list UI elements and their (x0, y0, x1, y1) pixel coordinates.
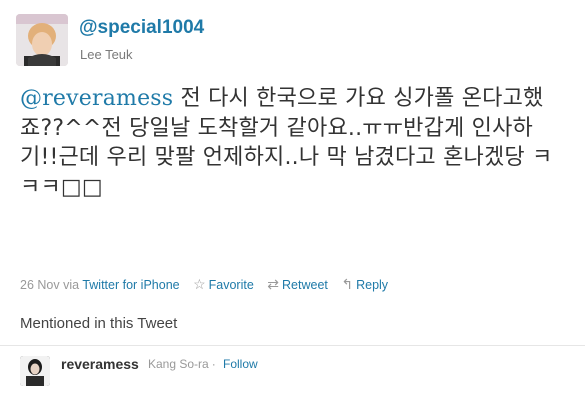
reply-arrow-icon: ↰ (341, 276, 354, 292)
retweet-icon: ⇄ (267, 276, 280, 292)
tweet-meta: 26 Nov via Twitter for iPhone ☆ Favorite … (20, 276, 388, 293)
mention-link[interactable]: @reveramess (20, 86, 173, 111)
tweet-card: @special1004 Lee Teuk @reveramess 전 다시 한… (0, 0, 585, 406)
mentioned-user-row: reveramess Kang So-ra · Follow (20, 356, 580, 388)
reply-label: Reply (356, 278, 389, 292)
section-divider (0, 345, 585, 346)
mentioned-user-name-text: Kang So-ra (148, 357, 209, 371)
tweet-text: @reveramess 전 다시 한국으로 가요 싱가폴 온다고했죠??^^전 … (20, 84, 568, 202)
via-text: via (63, 278, 80, 292)
mentioned-user-handle[interactable]: reveramess (61, 356, 139, 372)
favorite-label: Favorite (208, 278, 254, 292)
retweet-label: Retweet (282, 278, 328, 292)
author-display-name: Lee Teuk (80, 47, 133, 62)
tweet-source-link[interactable]: Twitter for iPhone (82, 278, 179, 292)
retweet-button[interactable]: ⇄ Retweet (267, 276, 328, 292)
star-icon: ☆ (193, 276, 206, 292)
author-avatar[interactable] (16, 14, 68, 66)
favorite-button[interactable]: ☆ Favorite (193, 276, 254, 292)
follow-button[interactable]: Follow (223, 357, 258, 371)
reply-button[interactable]: ↰ Reply (341, 276, 389, 292)
separator-dot: · (211, 357, 216, 371)
mentioned-user-name: Kang So-ra · (148, 357, 219, 371)
mentioned-section-title: Mentioned in this Tweet (20, 315, 178, 332)
tweet-date[interactable]: 26 Nov (20, 278, 60, 292)
author-handle[interactable]: @special1004 (79, 17, 204, 39)
mentioned-user-avatar[interactable] (20, 356, 50, 386)
